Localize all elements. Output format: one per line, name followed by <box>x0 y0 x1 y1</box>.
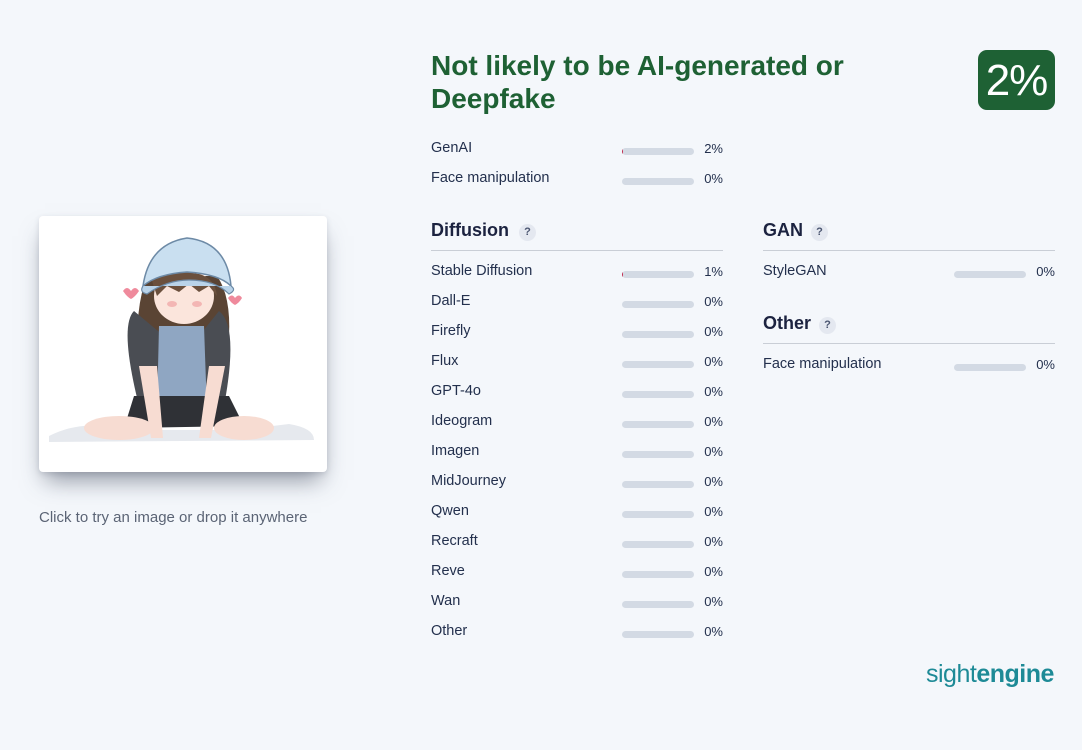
other-row-face-manipulation: Face manipulation 0% <box>763 350 1055 380</box>
logo-light-text: sight <box>926 660 977 688</box>
diffusion-row: Wan 0% <box>431 587 723 617</box>
progress-bar <box>622 301 694 308</box>
row-percent: 0% <box>1036 357 1055 372</box>
row-label: Face manipulation <box>431 170 550 186</box>
row-label: Flux <box>431 353 459 369</box>
progress-bar <box>622 148 694 155</box>
image-preview[interactable] <box>39 216 327 472</box>
diffusion-row: Stable Diffusion 1% <box>431 257 723 287</box>
progress-bar <box>954 271 1026 278</box>
row-label: StyleGAN <box>763 263 827 279</box>
summary-row-face-manipulation: Face manipulation 0% <box>431 164 723 194</box>
anime-girl-illustration <box>49 237 314 442</box>
progress-bar <box>622 421 694 428</box>
verdict-title: Not likely to be AI-generated or Deepfak… <box>431 50 844 114</box>
row-percent: 0% <box>704 564 723 579</box>
logo-bold-text: engine <box>976 660 1054 688</box>
diffusion-row: GPT-4o 0% <box>431 377 723 407</box>
row-label: Ideogram <box>431 413 493 429</box>
section-title: GAN <box>763 220 803 240</box>
section-title: Diffusion <box>431 220 509 240</box>
row-percent: 0% <box>704 294 723 309</box>
progress-bar <box>622 331 694 338</box>
diffusion-row: MidJourney 0% <box>431 467 723 497</box>
diffusion-row: Recraft 0% <box>431 527 723 557</box>
score-badge: 2% <box>978 50 1055 110</box>
row-percent: 0% <box>704 594 723 609</box>
row-percent: 2% <box>704 141 723 156</box>
sightengine-logo[interactable]: sightengine <box>926 660 1054 689</box>
diffusion-row: Ideogram 0% <box>431 407 723 437</box>
diffusion-row: Flux 0% <box>431 347 723 377</box>
row-percent: 0% <box>704 384 723 399</box>
diffusion-row: Other 0% <box>431 617 723 647</box>
progress-bar <box>622 451 694 458</box>
row-percent: 0% <box>704 354 723 369</box>
upload-hint: Click to try an image or drop it anywher… <box>39 509 308 526</box>
row-label: Wan <box>431 593 461 609</box>
progress-bar <box>622 571 694 578</box>
row-label: Other <box>431 623 468 639</box>
row-percent: 0% <box>704 504 723 519</box>
row-label: Recraft <box>431 533 478 549</box>
row-percent: 0% <box>704 474 723 489</box>
row-label: Dall-E <box>431 293 471 309</box>
progress-bar <box>622 601 694 608</box>
help-icon[interactable]: ? <box>819 317 836 334</box>
progress-bar <box>622 271 694 278</box>
row-percent: 0% <box>704 324 723 339</box>
diffusion-row: Imagen 0% <box>431 437 723 467</box>
row-label: Reve <box>431 563 465 579</box>
gan-row-stylegan: StyleGAN 0% <box>763 257 1055 287</box>
progress-bar <box>954 364 1026 371</box>
progress-bar <box>622 361 694 368</box>
summary-row-genai: GenAI 2% <box>431 134 723 164</box>
section-diffusion-header: Diffusion ? <box>431 216 723 251</box>
section-title: Other <box>763 313 812 333</box>
section-gan-header: GAN ? <box>763 216 1055 251</box>
row-percent: 0% <box>704 534 723 549</box>
progress-fill <box>622 148 624 155</box>
diffusion-row: Reve 0% <box>431 557 723 587</box>
progress-bar <box>622 541 694 548</box>
diffusion-row: Qwen 0% <box>431 497 723 527</box>
progress-bar <box>622 631 694 638</box>
progress-bar <box>622 481 694 488</box>
row-percent: 1% <box>704 264 723 279</box>
row-percent: 0% <box>1036 264 1055 279</box>
row-label: Face manipulation <box>763 356 882 372</box>
help-icon[interactable]: ? <box>519 224 536 241</box>
diffusion-row: Firefly 0% <box>431 317 723 347</box>
help-icon[interactable]: ? <box>811 224 828 241</box>
progress-bar <box>622 511 694 518</box>
progress-bar <box>622 178 694 185</box>
progress-fill <box>622 271 623 278</box>
row-percent: 0% <box>704 171 723 186</box>
row-label: MidJourney <box>431 473 506 489</box>
section-other-header: Other ? <box>763 309 1055 344</box>
progress-bar <box>622 391 694 398</box>
row-percent: 0% <box>704 414 723 429</box>
row-label: Qwen <box>431 503 469 519</box>
row-percent: 0% <box>704 624 723 639</box>
row-label: Imagen <box>431 443 480 459</box>
row-label: GenAI <box>431 140 473 156</box>
row-label: Stable Diffusion <box>431 263 533 279</box>
row-label: Firefly <box>431 323 471 339</box>
row-percent: 0% <box>704 444 723 459</box>
row-label: GPT-4o <box>431 383 481 399</box>
diffusion-row: Dall-E 0% <box>431 287 723 317</box>
